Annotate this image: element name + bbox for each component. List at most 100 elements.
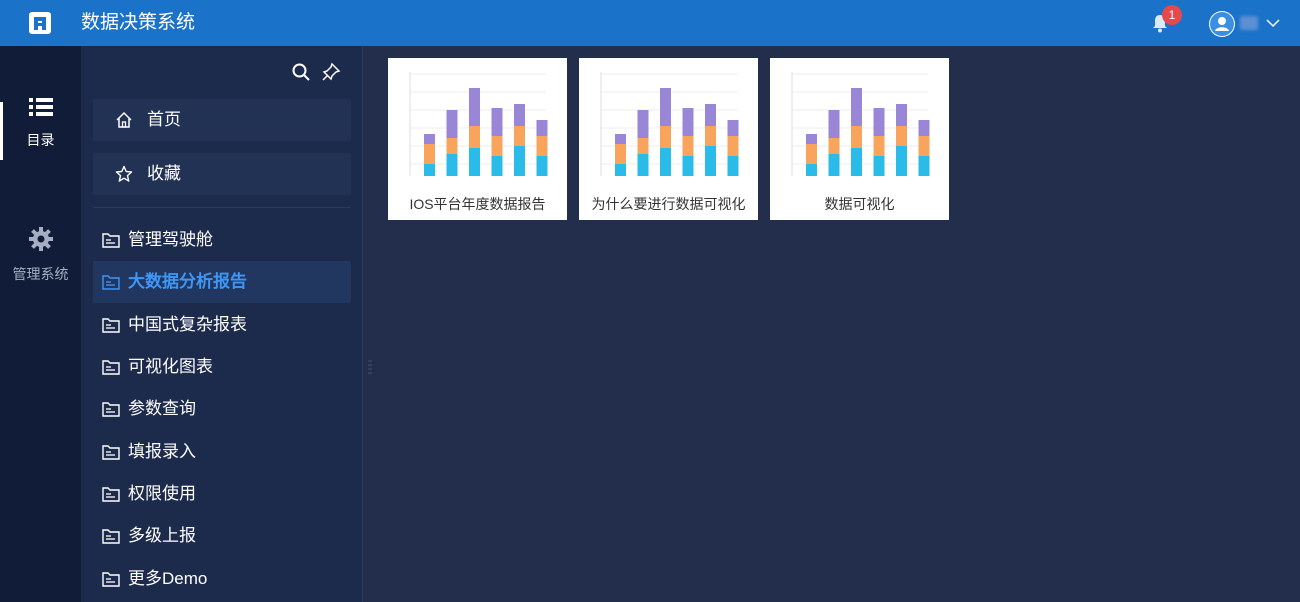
top-bar: 数据决策系统 1 bbox=[0, 0, 1300, 46]
bar-segment bbox=[424, 134, 435, 144]
user-icon bbox=[1210, 12, 1234, 36]
search-icon[interactable] bbox=[291, 62, 311, 82]
bar-segment bbox=[491, 156, 503, 176]
username-blurred[interactable] bbox=[1240, 16, 1258, 30]
sidebar-folder-4[interactable]: 可视化图表 bbox=[93, 346, 351, 388]
report-card-3[interactable]: 数据可视化 bbox=[770, 58, 949, 220]
bar-segment bbox=[727, 120, 739, 136]
folder-label: 可视化图表 bbox=[128, 357, 213, 376]
bar-segment bbox=[896, 146, 907, 176]
bar-segment bbox=[424, 164, 435, 176]
bar-segment bbox=[682, 156, 694, 176]
home-label: 首页 bbox=[147, 110, 181, 129]
folder-icon bbox=[102, 402, 120, 417]
report-card-title: 为什么要进行数据可视化 bbox=[591, 196, 746, 212]
sidebar-folder-7[interactable]: 权限使用 bbox=[93, 473, 351, 515]
sidebar-folder-5[interactable]: 参数查询 bbox=[93, 388, 351, 430]
chart-thumbnail bbox=[409, 72, 548, 176]
bar-segment bbox=[806, 144, 817, 164]
bar-segment bbox=[660, 126, 671, 148]
favorites-link[interactable]: 收藏 bbox=[93, 153, 351, 195]
bar-segment bbox=[514, 126, 525, 146]
folder-label: 大数据分析报告 bbox=[128, 272, 247, 291]
folder-icon bbox=[102, 487, 120, 502]
star-icon bbox=[115, 165, 133, 182]
bar-segment bbox=[446, 138, 458, 154]
bar-segment bbox=[446, 110, 458, 138]
sidebar-folder-9[interactable]: 更多Demo bbox=[93, 558, 351, 600]
bar-segment bbox=[637, 110, 649, 138]
bar-segment bbox=[615, 134, 626, 144]
folder-label: 权限使用 bbox=[128, 484, 196, 503]
bar-segment bbox=[682, 108, 694, 136]
folder-icon bbox=[102, 360, 120, 375]
folder-label: 参数查询 bbox=[128, 399, 196, 418]
rail-item-directory[interactable]: 目录 bbox=[0, 96, 81, 166]
chevron-down-icon[interactable] bbox=[1265, 15, 1281, 31]
bar-segment bbox=[637, 154, 649, 176]
bar-segment bbox=[918, 156, 930, 176]
app-logo-icon[interactable] bbox=[28, 11, 52, 35]
left-rail: 目录 管理系统 bbox=[0, 46, 81, 602]
bar-segment bbox=[806, 134, 817, 144]
sidebar-folder-3[interactable]: 中国式复杂报表 bbox=[93, 304, 351, 346]
bar-segment bbox=[660, 148, 671, 176]
report-card-1[interactable]: IOS平台年度数据报告 bbox=[388, 58, 567, 220]
bar-segment bbox=[615, 144, 626, 164]
report-card-title: 数据可视化 bbox=[824, 196, 895, 212]
bar-segment bbox=[918, 120, 930, 136]
bar-segment bbox=[873, 136, 885, 156]
bar-segment bbox=[705, 126, 716, 146]
bar-segment bbox=[424, 144, 435, 164]
bar-segment bbox=[918, 136, 930, 156]
bar-segment bbox=[536, 156, 548, 176]
home-icon bbox=[116, 111, 132, 128]
folder-icon bbox=[102, 529, 120, 544]
bar-segment bbox=[491, 136, 503, 156]
sidebar-divider bbox=[93, 207, 351, 208]
user-avatar[interactable] bbox=[1209, 11, 1235, 37]
list-icon bbox=[28, 98, 53, 116]
bar-segment bbox=[896, 104, 907, 126]
bar-segment bbox=[469, 148, 480, 176]
pin-icon[interactable] bbox=[321, 62, 341, 82]
bar-segment bbox=[637, 138, 649, 154]
bar-segment bbox=[514, 104, 525, 126]
folder-label: 多级上报 bbox=[128, 526, 196, 545]
bar-segment bbox=[705, 146, 716, 176]
notification-badge: 1 bbox=[1162, 5, 1182, 25]
bar-segment bbox=[828, 154, 840, 176]
bar-segment bbox=[615, 164, 626, 176]
folder-label: 中国式复杂报表 bbox=[128, 315, 247, 334]
bar-segment bbox=[828, 138, 840, 154]
bar-segment bbox=[491, 108, 503, 136]
bar-segment bbox=[851, 126, 862, 148]
app-title: 数据决策系统 bbox=[81, 12, 196, 33]
folder-icon bbox=[102, 572, 120, 587]
sidebar-folder-6[interactable]: 填报录入 bbox=[93, 431, 351, 473]
rail-item-management[interactable]: 管理系统 bbox=[0, 226, 81, 296]
bar-segment bbox=[896, 126, 907, 146]
bar-segment bbox=[469, 88, 480, 126]
sidebar-folder-8[interactable]: 多级上报 bbox=[93, 515, 351, 557]
bar-segment bbox=[873, 108, 885, 136]
sidebar-folder-1[interactable]: 管理驾驶舱 bbox=[93, 219, 351, 261]
home-link[interactable]: 首页 bbox=[93, 99, 351, 141]
folder-label: 更多Demo bbox=[128, 569, 208, 588]
bar-segment bbox=[873, 156, 885, 176]
sidebar: 首页 收藏 管理驾驶舱大数据分析报告 中国式复杂报表 可视化图表参数查询填报录入权限… bbox=[81, 46, 363, 602]
bar-segment bbox=[851, 148, 862, 176]
gear-icon bbox=[28, 227, 53, 251]
rail-item-label: 管理系统 bbox=[12, 266, 69, 282]
bar-segment bbox=[514, 146, 525, 176]
folder-icon bbox=[102, 233, 120, 248]
report-card-2[interactable]: 为什么要进行数据可视化 bbox=[579, 58, 758, 220]
resize-handle-icon[interactable] bbox=[368, 360, 372, 374]
sidebar-folder-2[interactable]: 大数据分析报告 bbox=[93, 261, 351, 303]
chart-thumbnail bbox=[791, 72, 930, 176]
bar-segment bbox=[727, 136, 739, 156]
folder-icon bbox=[102, 318, 120, 333]
bar-segment bbox=[660, 88, 671, 126]
rail-item-label: 目录 bbox=[26, 132, 55, 148]
bar-segment bbox=[469, 126, 480, 148]
